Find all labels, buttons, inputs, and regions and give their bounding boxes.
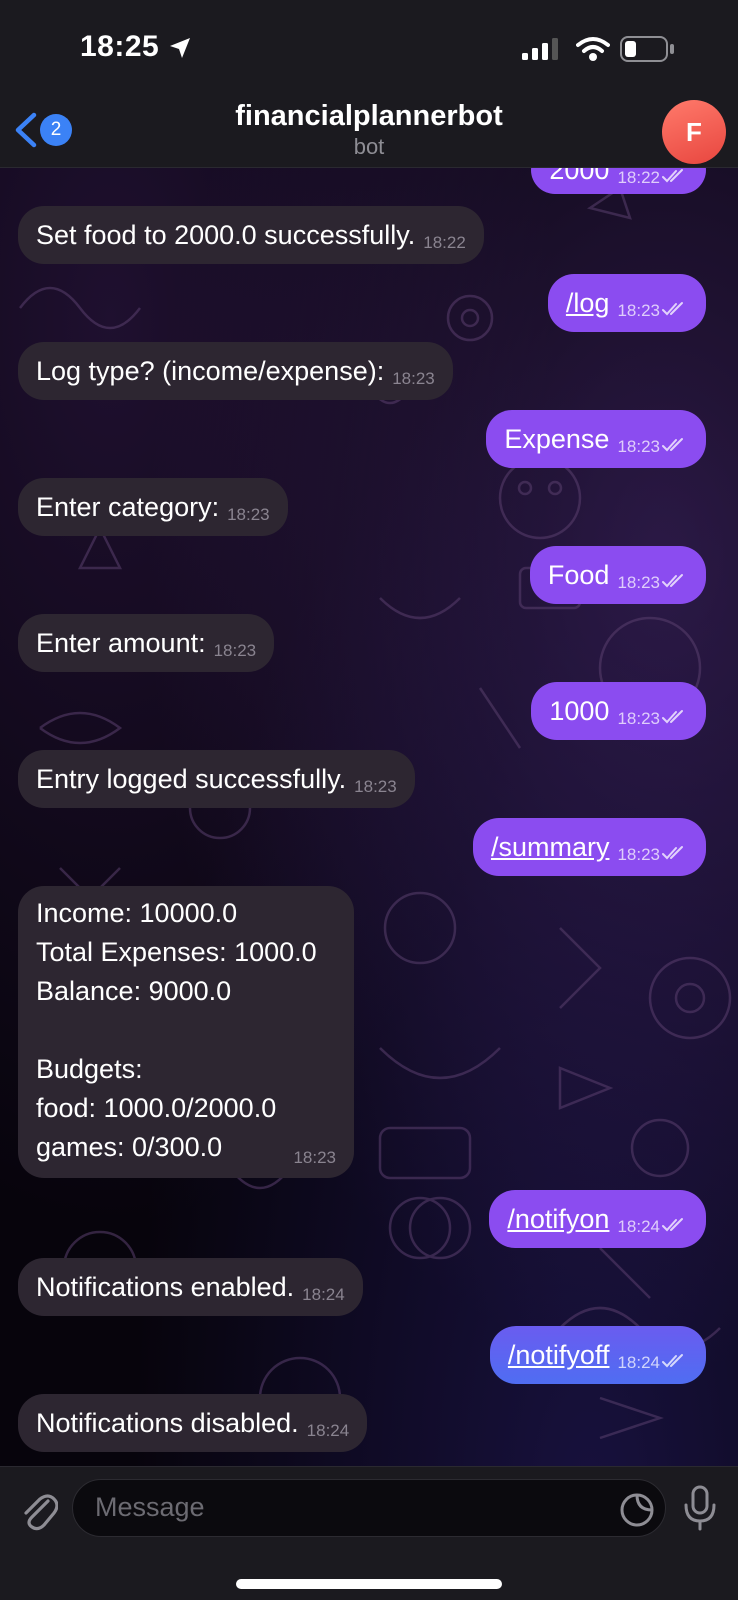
summary-line: Balance: 9000.0 (36, 976, 232, 1006)
incoming-message-bubble[interactable]: Log type? (income/expense): 18:23 (18, 342, 453, 400)
message-text: /summary (490, 832, 610, 862)
read-ticks-icon (662, 710, 683, 724)
cellular-signal-icon (522, 38, 558, 60)
message-time: 18:23 (293, 1148, 336, 1167)
outgoing-message-bubble[interactable]: 1000 18:23 (531, 682, 706, 740)
message-time: 18:23 (617, 709, 660, 728)
message-text: Notifications enabled. (36, 1272, 295, 1302)
summary-line: food: 1000.0/2000.0 (36, 1093, 277, 1123)
sticker-icon[interactable] (619, 1492, 655, 1528)
message-time: 18:23 (617, 573, 660, 592)
message-input[interactable]: Message (72, 1479, 666, 1537)
message-text: Expense (504, 424, 610, 454)
summary-line: games: 0/300.0 (36, 1132, 223, 1162)
incoming-message-bubble[interactable]: Entry logged successfully. 18:23 (18, 750, 415, 808)
message-time: 18:24 (617, 1353, 660, 1372)
paperclip-icon[interactable] (18, 1487, 58, 1531)
chat-subtitle: bot (353, 134, 385, 159)
home-indicator (236, 1579, 502, 1589)
message-time: 18:23 (354, 777, 397, 796)
incoming-message-bubble[interactable]: Notifications disabled. 18:24 (18, 1394, 368, 1452)
message-time: 18:24 (306, 1421, 350, 1440)
message-text: Notifications disabled. (36, 1408, 299, 1438)
message-time: 18:24 (302, 1285, 345, 1304)
incoming-message-bubble[interactable]: Set food to 2000.0 successfully. 18:22 (18, 206, 484, 264)
chat-header: 18:25 2 financialplannerbot bot F (0, 0, 738, 168)
read-ticks-icon (662, 1354, 683, 1368)
battery-icon (620, 36, 674, 62)
message-text: Set food to 2000.0 successfully. (36, 220, 416, 250)
read-ticks-icon (662, 846, 683, 860)
outgoing-message-bubble[interactable]: Expense 18:23 (486, 410, 706, 468)
incoming-message-bubble[interactable]: Enter category: 18:23 (18, 478, 288, 536)
message-text: /notifyoff (507, 1340, 610, 1370)
message-placeholder: Message (95, 1492, 205, 1522)
summary-line: Budgets: (36, 1054, 143, 1084)
read-ticks-icon (662, 169, 683, 183)
outgoing-message-bubble[interactable]: Food 18:23 (529, 546, 706, 604)
incoming-message-bubble[interactable]: Income: 10000.0 Total Expenses: 1000.0 Bal… (18, 886, 354, 1178)
chat-title[interactable]: financialplannerbot (0, 100, 738, 133)
read-ticks-icon (662, 438, 683, 452)
message-time: 18:23 (617, 437, 660, 456)
outgoing-message-bubble[interactable]: /notifyon 18:24 (489, 1190, 706, 1248)
outgoing-message-bubble[interactable]: /summary 18:23 (472, 818, 706, 876)
summary-line: Total Expenses: 1000.0 (36, 937, 317, 967)
message-time: 18:23 (227, 505, 270, 524)
message-time: 18:23 (392, 369, 435, 388)
read-ticks-icon (662, 1218, 683, 1232)
message-time: 18:23 (617, 845, 660, 864)
microphone-icon[interactable] (682, 1485, 718, 1531)
read-ticks-icon (662, 302, 683, 316)
status-time: 18:25 (80, 30, 160, 63)
message-text: /notifyon (507, 1204, 610, 1234)
outgoing-message-bubble[interactable]: /log 18:23 (547, 274, 706, 332)
location-arrow-icon (170, 38, 190, 58)
bot-avatar[interactable]: F (662, 100, 726, 164)
message-list[interactable]: 2000 18:22 Set food to 2000.0 successfully… (0, 0, 738, 1466)
chat-screen: 18:25 2 financialplannerbot bot F 20001 (0, 0, 738, 1600)
read-ticks-icon (662, 574, 683, 588)
message-time: 18:24 (617, 1217, 660, 1236)
outgoing-message-bubble[interactable]: /notifyoff 18:24 (489, 1326, 706, 1384)
message-text: Enter category: (36, 492, 220, 522)
message-text: 1000 (549, 696, 610, 726)
composer-bar: Message (0, 1466, 738, 1600)
wifi-icon (576, 37, 610, 61)
message-text: Log type? (income/expense): (36, 356, 385, 386)
message-text: Food (547, 560, 610, 590)
incoming-message-bubble[interactable]: Notifications enabled. 18:24 (18, 1258, 363, 1316)
message-text: /log (565, 288, 610, 318)
summary-line: Income: 10000.0 (36, 898, 238, 928)
message-text: Entry logged successfully. (36, 764, 347, 794)
summary-line (36, 1011, 336, 1050)
incoming-message-bubble[interactable]: Enter amount: 18:23 (18, 614, 275, 672)
message-time: 18:23 (617, 301, 660, 320)
message-time: 18:23 (213, 641, 257, 660)
message-time: 18:22 (423, 233, 466, 252)
message-text: Enter amount: (36, 628, 206, 658)
